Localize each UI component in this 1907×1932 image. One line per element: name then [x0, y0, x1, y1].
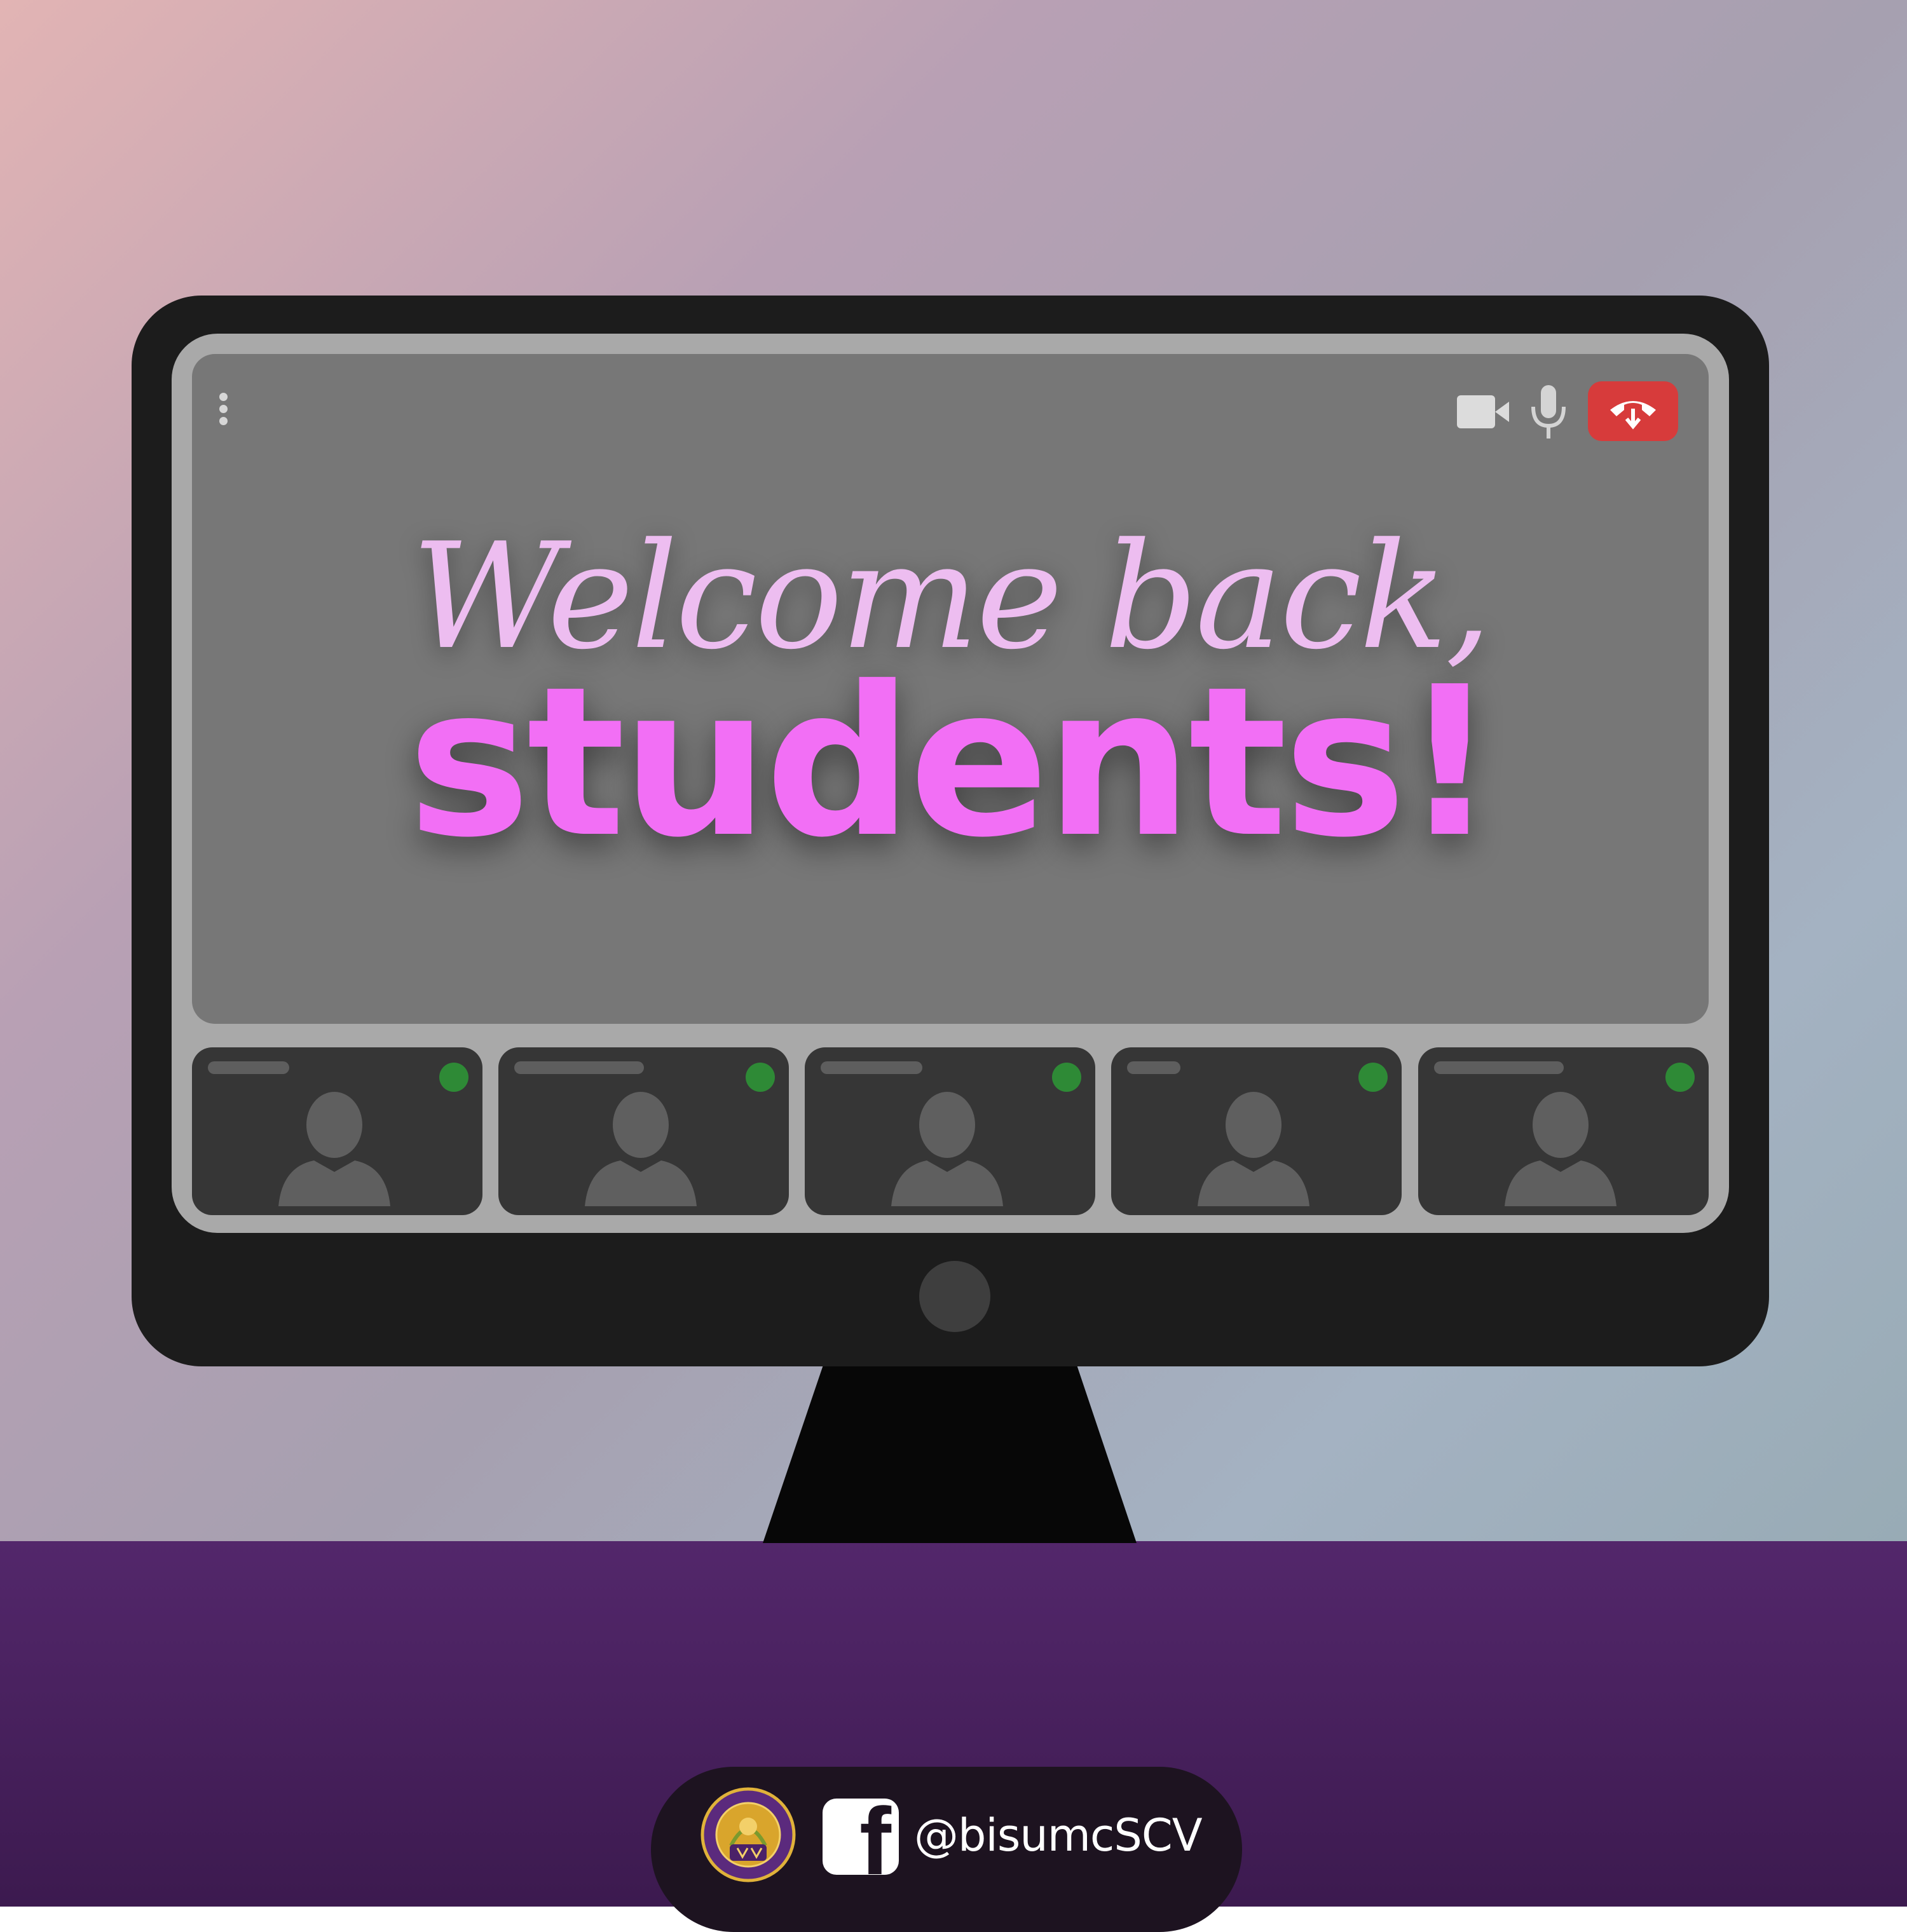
- facebook-f-glyph: f: [859, 1799, 891, 1875]
- participant-tile[interactable]: [1111, 1047, 1402, 1215]
- participant-name-placeholder: [208, 1061, 289, 1074]
- user-avatar-icon: [278, 1092, 390, 1206]
- hang-up-button[interactable]: [1588, 381, 1678, 441]
- microphone-icon[interactable]: [1529, 384, 1568, 441]
- user-avatar-icon: [1198, 1092, 1309, 1206]
- participant-strip: [192, 1047, 1709, 1215]
- facebook-icon[interactable]: f: [823, 1799, 899, 1875]
- participant-tile[interactable]: [498, 1047, 789, 1215]
- participant-name-placeholder: [821, 1061, 922, 1074]
- user-avatar-icon: [1505, 1092, 1617, 1206]
- online-status-dot: [1052, 1063, 1081, 1092]
- hang-up-icon: [1610, 401, 1656, 430]
- power-button[interactable]: [919, 1261, 990, 1332]
- facebook-handle-link[interactable]: @bisumcSCV: [914, 1804, 1203, 1867]
- participant-tile[interactable]: [192, 1047, 482, 1215]
- more-vertical-icon[interactable]: [219, 393, 228, 429]
- participant-tile[interactable]: [805, 1047, 1095, 1215]
- participant-name-placeholder: [514, 1061, 644, 1074]
- video-camera-icon[interactable]: [1456, 394, 1512, 430]
- participant-name-placeholder: [1127, 1061, 1180, 1074]
- scv-seal-logo: [701, 1787, 796, 1882]
- welcome-headline: Welcome back, students!: [192, 508, 1709, 883]
- user-avatar-icon: [891, 1092, 1003, 1206]
- user-avatar-icon: [585, 1092, 697, 1206]
- online-status-dot: [1665, 1063, 1695, 1092]
- online-status-dot: [1358, 1063, 1388, 1092]
- participant-name-placeholder: [1434, 1061, 1564, 1074]
- online-status-dot: [746, 1063, 775, 1092]
- students-text: students!: [407, 642, 1497, 883]
- participant-tile[interactable]: [1418, 1047, 1709, 1215]
- online-status-dot: [439, 1063, 468, 1092]
